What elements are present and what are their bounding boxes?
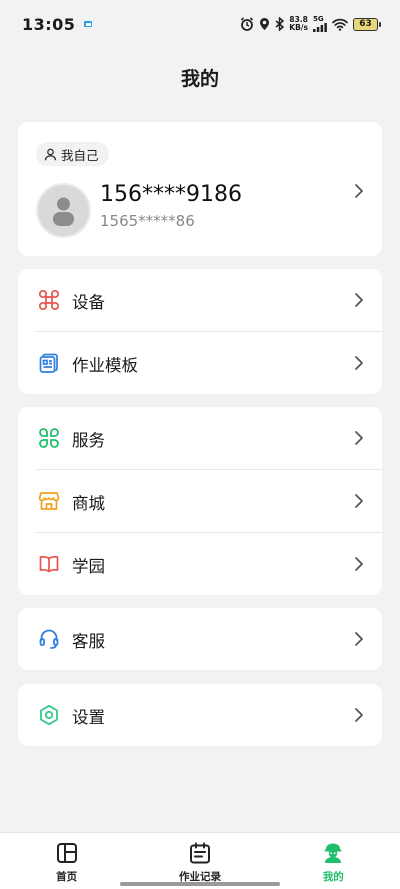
chevron-right-icon bbox=[355, 708, 363, 722]
drone-icon bbox=[38, 289, 60, 311]
net-speed: 83.8 KB/s bbox=[289, 16, 308, 32]
menu-item-mall[interactable]: 商城 bbox=[18, 470, 382, 532]
network-type: 5G bbox=[313, 16, 327, 32]
user-active-icon bbox=[324, 843, 342, 863]
menu-item-academy[interactable]: 学园 bbox=[18, 533, 382, 595]
status-bar: 13:05 83.8 KB/s 5G 63 bbox=[0, 0, 400, 48]
profile-phone: 156****9186 bbox=[100, 182, 242, 207]
menu-group-settings: 设置 bbox=[18, 684, 382, 746]
menu-item-template-label: 作业模板 bbox=[72, 356, 138, 375]
battery-indicator: 63 bbox=[353, 17, 381, 31]
menu-item-service-label: 服务 bbox=[72, 431, 105, 450]
nav-tab-records[interactable]: 作业记录 bbox=[133, 833, 266, 889]
template-icon bbox=[39, 353, 58, 373]
store-icon bbox=[38, 492, 60, 510]
default-avatar-icon bbox=[53, 197, 74, 226]
chevron-right-icon bbox=[355, 431, 363, 445]
menu-item-academy-label: 学园 bbox=[72, 557, 105, 576]
location-icon bbox=[260, 18, 270, 30]
user-outline-icon bbox=[44, 148, 57, 160]
chevron-right-icon bbox=[355, 184, 363, 198]
nav-tab-home-label: 首页 bbox=[56, 871, 78, 883]
chevron-right-icon bbox=[355, 632, 363, 646]
headset-icon bbox=[39, 629, 59, 649]
menu-item-device[interactable]: 设备 bbox=[18, 269, 382, 331]
network-label: 5G bbox=[313, 15, 324, 23]
nav-tab-mine-label: 我的 bbox=[322, 871, 344, 883]
menu-group-devices: 设备 作业模板 bbox=[18, 269, 382, 394]
menu-item-mall-label: 商城 bbox=[72, 494, 105, 513]
signal-icon bbox=[313, 23, 327, 32]
profile-sub-phone: 1565*****86 bbox=[100, 212, 195, 230]
bottom-nav: 首页 作业记录 我的 bbox=[0, 832, 400, 889]
home-grid-icon bbox=[56, 843, 77, 863]
book-icon bbox=[39, 555, 59, 573]
menu-group-support: 客服 bbox=[18, 608, 382, 670]
menu-item-device-label: 设备 bbox=[72, 293, 105, 312]
menu-item-template[interactable]: 作业模板 bbox=[18, 332, 382, 394]
chevron-right-icon bbox=[355, 293, 363, 307]
menu-item-settings[interactable]: 设置 bbox=[18, 684, 382, 746]
status-time: 13:05 bbox=[22, 14, 76, 34]
nav-tab-mine[interactable]: 我的 bbox=[267, 833, 400, 889]
menu-item-service[interactable]: 服务 bbox=[18, 407, 382, 469]
service-grid-icon bbox=[39, 428, 59, 448]
chevron-right-icon bbox=[355, 494, 363, 508]
avatar[interactable] bbox=[36, 183, 91, 238]
menu-item-settings-label: 设置 bbox=[72, 708, 105, 727]
menu-item-support-label: 客服 bbox=[72, 632, 105, 651]
chevron-right-icon bbox=[355, 557, 363, 571]
menu-group-services: 服务 商城 学园 bbox=[18, 407, 382, 595]
net-speed-unit: KB/s bbox=[289, 23, 308, 32]
menu-item-support[interactable]: 客服 bbox=[18, 608, 382, 670]
app-notification-icon bbox=[84, 21, 93, 27]
battery-level: 63 bbox=[359, 19, 372, 29]
home-indicator[interactable] bbox=[120, 882, 280, 886]
nav-tab-home[interactable]: 首页 bbox=[0, 833, 133, 889]
profile-card[interactable]: 我自己 156****9186 1565*****86 bbox=[18, 122, 382, 256]
profile-tag-label: 我自己 bbox=[61, 147, 99, 163]
wifi-icon bbox=[332, 18, 348, 31]
chevron-right-icon bbox=[355, 356, 363, 370]
alarm-icon bbox=[241, 17, 254, 31]
bluetooth-icon bbox=[275, 17, 285, 31]
profile-tag: 我自己 bbox=[36, 142, 109, 166]
settings-hexagon-icon bbox=[40, 704, 58, 726]
calendar-list-icon bbox=[189, 842, 210, 864]
page-title: 我的 bbox=[180, 68, 219, 90]
